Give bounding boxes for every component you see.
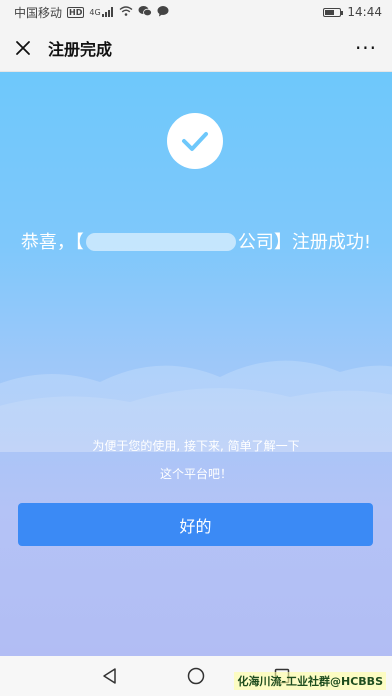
- home-icon[interactable]: [184, 664, 208, 688]
- nav-bar: 注册完成 ···: [0, 24, 392, 72]
- network-type-label: 4G: [89, 8, 101, 17]
- battery-fill: [325, 9, 334, 15]
- success-icon: [167, 113, 223, 169]
- success-message-suffix: 公司】注册成功!: [237, 232, 372, 253]
- intro-line-1: 为便于您的使用, 接下来, 简单了解一下: [92, 439, 300, 453]
- status-right: 14:44: [323, 5, 382, 19]
- close-icon[interactable]: [12, 37, 34, 59]
- redacted-company-name: [85, 233, 236, 251]
- hd-icon: HD: [67, 6, 85, 18]
- battery-icon: [323, 7, 344, 17]
- status-bar: 中国移动 HD 4G 14:44: [0, 0, 392, 24]
- ok-button[interactable]: 好的: [18, 503, 373, 546]
- signal-icon: 4G: [89, 7, 113, 17]
- content-area: 恭喜，【 公司】注册成功! 为便于您的使用, 接下来, 简单了解一下 这个平台吧！…: [0, 72, 392, 656]
- success-message: 恭喜，【 公司】注册成功!: [0, 228, 392, 254]
- intro-text: 为便于您的使用, 接下来, 简单了解一下 这个平台吧！: [0, 432, 392, 488]
- intro-line-2: 这个平台吧！: [159, 467, 232, 481]
- success-message-prefix: 恭喜，【: [20, 232, 84, 253]
- more-options-icon[interactable]: ···: [352, 36, 380, 60]
- watermark: 化海川流-工业社群@HCBBS: [234, 672, 386, 690]
- status-left: 中国移动 HD 4G: [14, 4, 169, 21]
- wechat-icon: [138, 5, 152, 20]
- wifi-icon: [119, 5, 133, 19]
- carrier-label: 中国移动: [14, 5, 63, 20]
- back-icon[interactable]: [98, 664, 122, 688]
- status-time: 14:44: [347, 5, 382, 19]
- system-nav-bar: 化海川流-工业社群@HCBBS: [0, 656, 392, 696]
- page-title: 注册完成: [48, 39, 113, 59]
- message-icon: [157, 5, 169, 20]
